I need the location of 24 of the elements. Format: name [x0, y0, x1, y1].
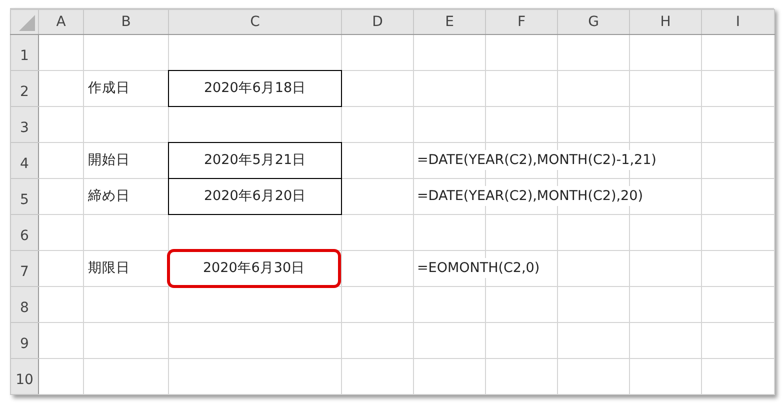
row-header[interactable]: 6 — [10, 214, 38, 250]
column-header[interactable]: H — [630, 10, 702, 34]
row-header[interactable]: 7 — [10, 250, 38, 286]
column-header[interactable]: I — [702, 10, 774, 34]
column-header[interactable]: A — [38, 10, 84, 34]
row-header[interactable]: 1 — [10, 34, 38, 70]
column-header[interactable]: F — [486, 10, 558, 34]
table-cell: 2020年6月20日 — [168, 178, 342, 215]
row-header[interactable]: 4 — [10, 142, 38, 178]
column-header[interactable]: D — [342, 10, 414, 34]
highlighted-cell: 2020年6月30日 — [167, 249, 341, 288]
table-cell: 2020年6月18日 — [168, 70, 342, 107]
column-header[interactable]: B — [84, 10, 168, 34]
row-header[interactable]: 10 — [10, 358, 38, 394]
row-header[interactable]: 2 — [10, 70, 38, 106]
row-header[interactable]: 3 — [10, 106, 38, 142]
column-header[interactable]: G — [558, 10, 630, 34]
row-header[interactable]: 5 — [10, 178, 38, 214]
row-header[interactable]: 9 — [10, 322, 38, 358]
row-header[interactable]: 8 — [10, 286, 38, 322]
select-all-icon[interactable] — [19, 15, 35, 31]
column-header[interactable]: C — [168, 10, 342, 34]
table-cell: 2020年5月21日 — [168, 142, 342, 179]
column-header[interactable]: E — [414, 10, 486, 34]
